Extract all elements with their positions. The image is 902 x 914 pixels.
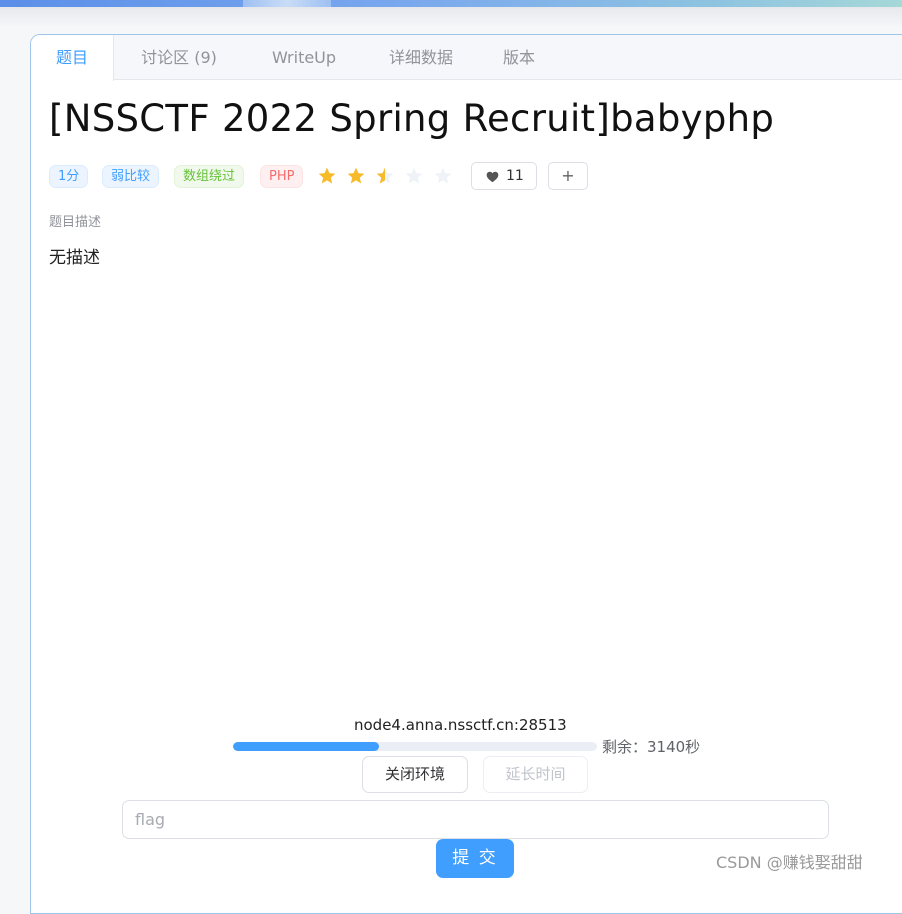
tab-discussion[interactable]: 讨论区 (9)	[123, 35, 235, 80]
tag-php[interactable]: PHP	[260, 165, 304, 188]
tab-problem[interactable]: 题目	[31, 35, 114, 81]
add-button[interactable]: +	[548, 162, 588, 190]
progress-fill	[233, 742, 379, 751]
problem-card: 题目 讨论区 (9) WriteUp 详细数据 版本 [NSSCTF 2022 …	[30, 34, 902, 914]
like-count: 11	[506, 168, 524, 184]
tab-version[interactable]: 版本	[487, 35, 551, 80]
tag-score: 1分	[49, 165, 89, 188]
tab-bar: 题目 讨论区 (9) WriteUp 详细数据 版本	[31, 35, 902, 81]
tag-array-bypass[interactable]: 数组绕过	[174, 165, 245, 188]
top-bar-highlight	[243, 0, 331, 7]
star-empty-icon[interactable]	[404, 165, 424, 187]
top-progress-bar	[0, 0, 902, 7]
description-label: 题目描述	[49, 215, 102, 230]
star-empty-icon[interactable]	[433, 165, 453, 187]
close-environment-button[interactable]: 关闭环境	[362, 756, 468, 793]
description-text: 无描述	[49, 248, 100, 268]
star-half-icon[interactable]	[375, 165, 395, 187]
flag-input[interactable]	[122, 800, 829, 839]
extend-time-button[interactable]: 延长时间	[483, 756, 588, 793]
like-button[interactable]: 11	[471, 162, 537, 190]
environment-host[interactable]: node4.anna.nssctf.cn:28513	[354, 716, 567, 734]
remaining-time: 剩余：3140秒	[602, 738, 701, 756]
star-full-icon[interactable]	[346, 165, 366, 187]
environment-time-progress	[233, 742, 597, 751]
tag-weak-compare[interactable]: 弱比较	[102, 165, 160, 188]
star-full-icon[interactable]	[317, 165, 337, 187]
tab-writeup[interactable]: WriteUp	[257, 35, 351, 80]
tab-details[interactable]: 详细数据	[375, 35, 467, 80]
top-shadow	[0, 7, 902, 27]
submit-button[interactable]: 提 交	[436, 839, 514, 878]
watermark: CSDN @赚钱娶甜甜	[716, 853, 863, 872]
problem-title: [NSSCTF 2022 Spring Recruit]babyphp	[49, 97, 775, 140]
heart-icon	[486, 171, 499, 183]
